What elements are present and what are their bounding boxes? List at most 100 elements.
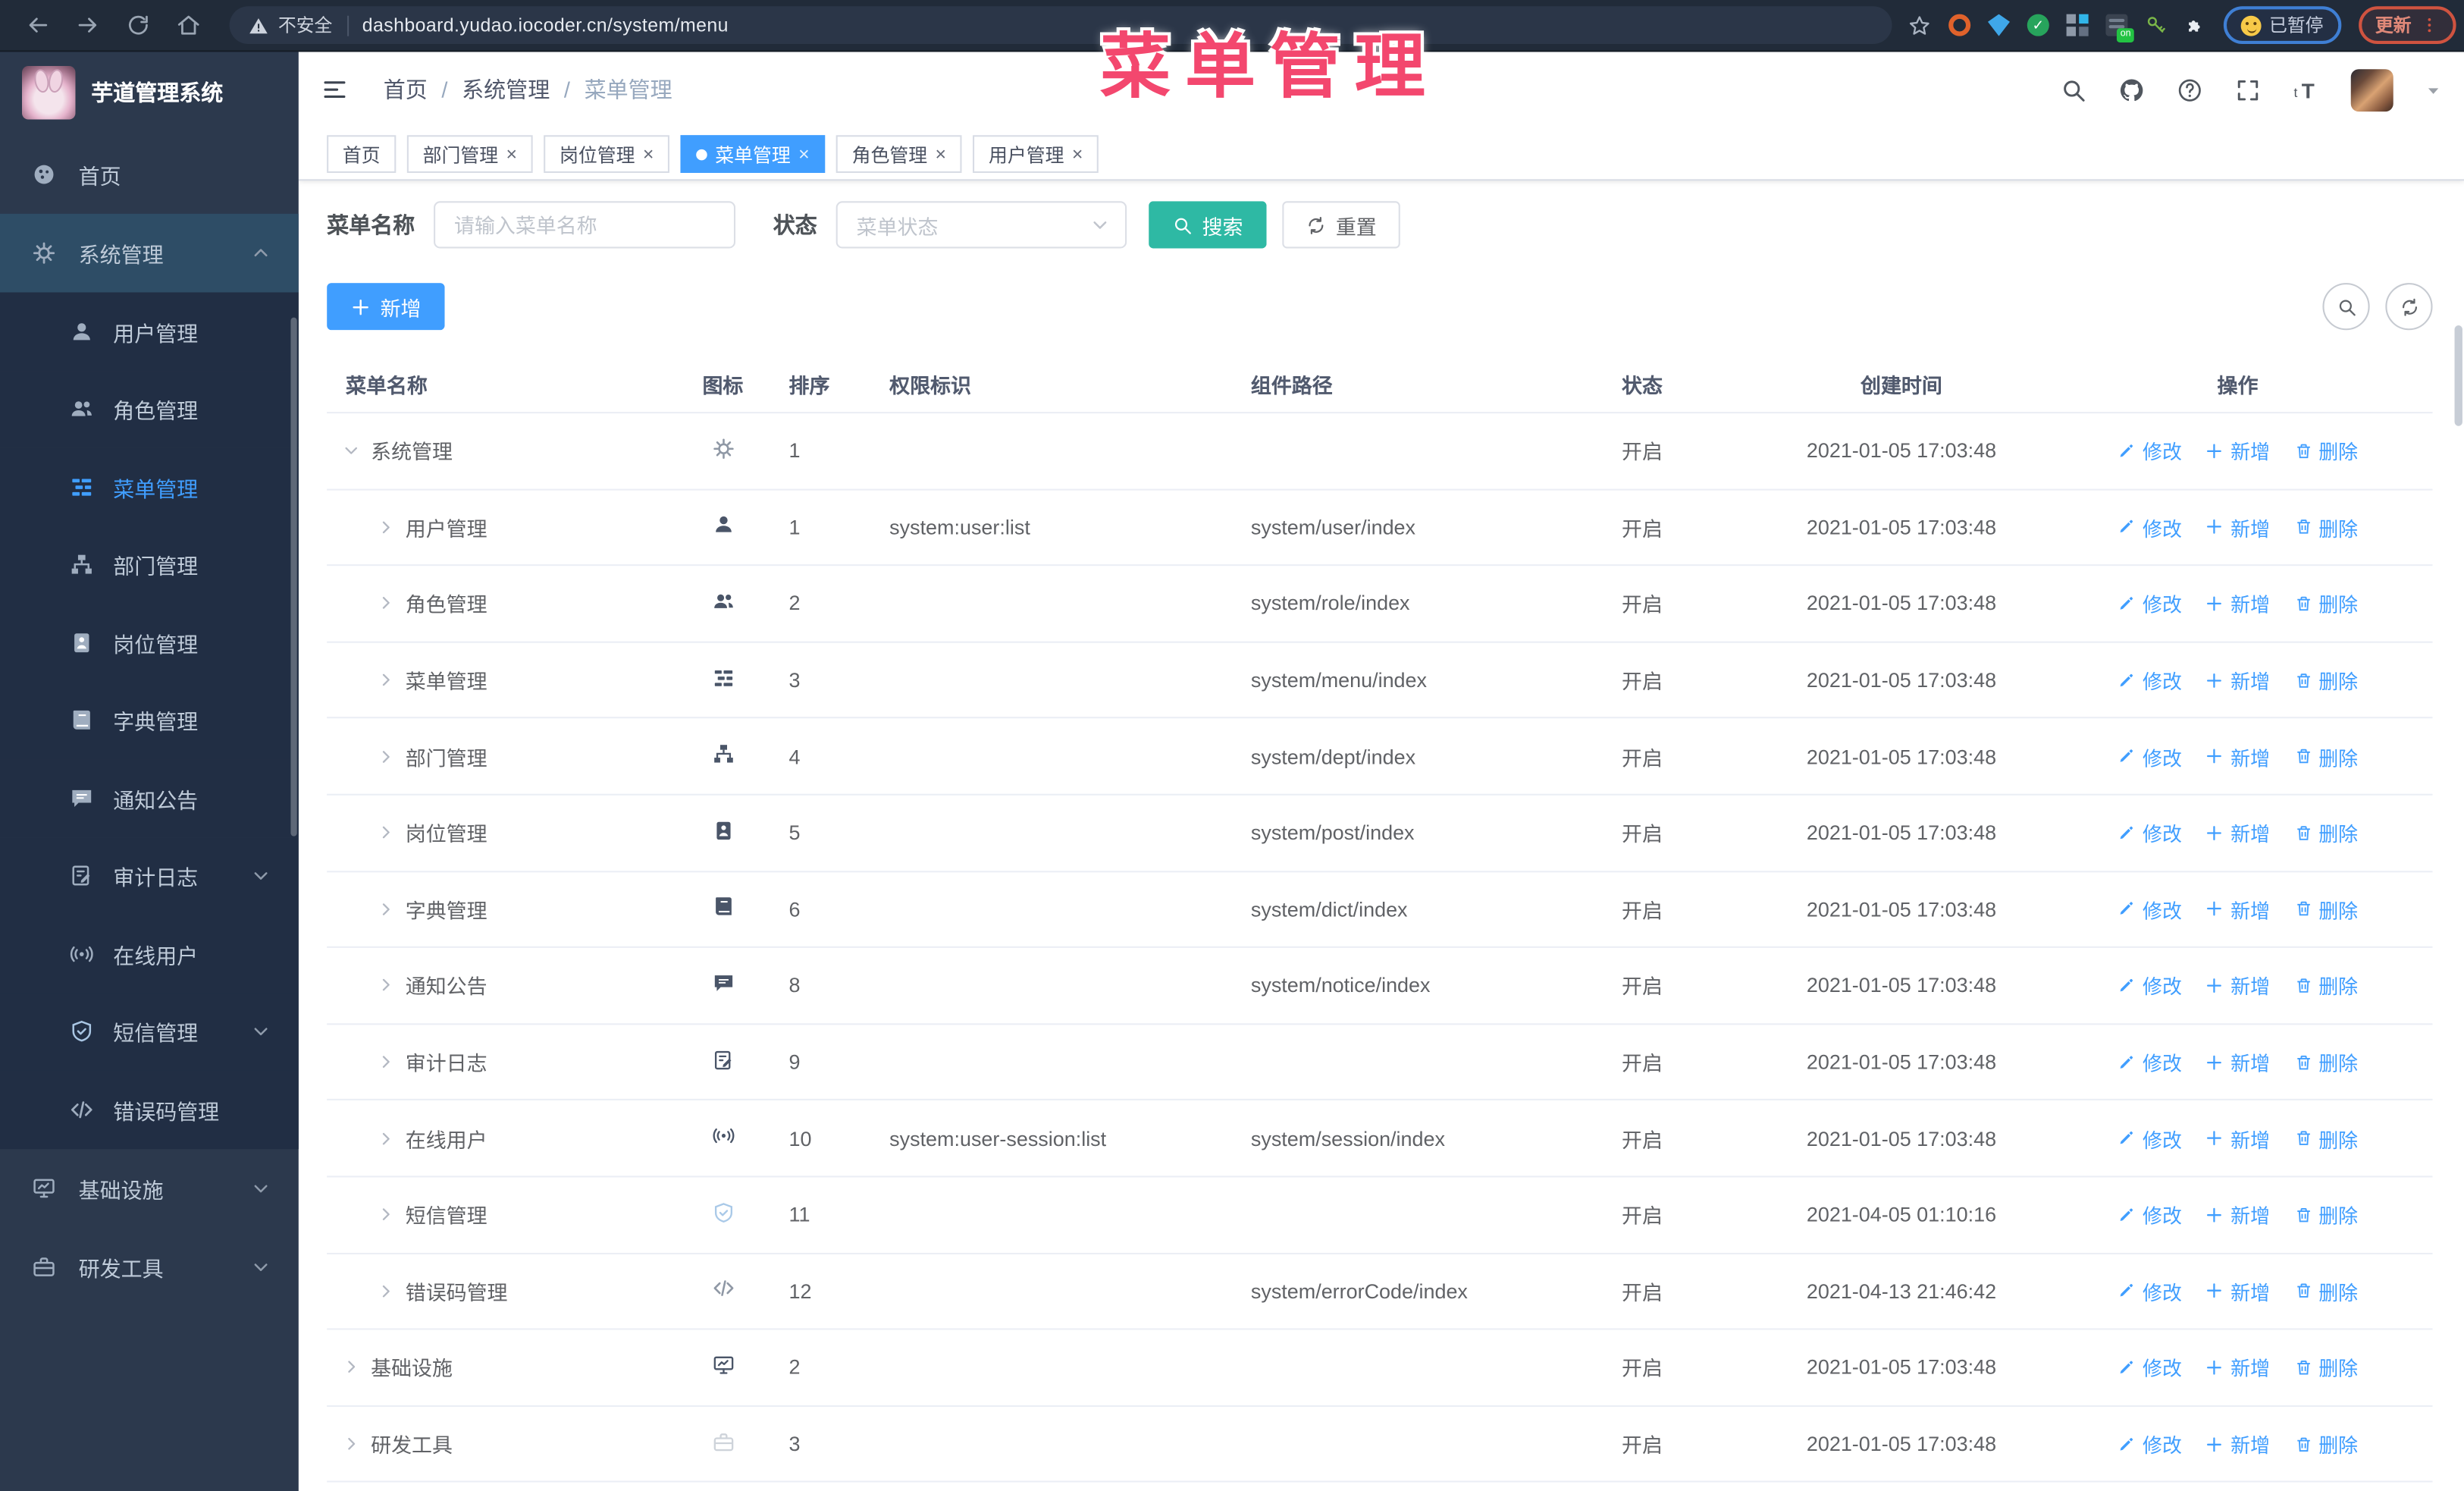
delete-link[interactable]: 删除 [2293, 971, 2358, 1000]
status-select[interactable]: 菜单状态 [835, 201, 1127, 249]
edit-link[interactable]: 修改 [2118, 1047, 2182, 1077]
menu-name-cell[interactable]: 在线用户 [327, 1123, 676, 1153]
add-link[interactable]: 新增 [2205, 1276, 2270, 1306]
delete-link[interactable]: 删除 [2293, 589, 2358, 618]
add-link[interactable]: 新增 [2205, 1047, 2270, 1077]
edit-link[interactable]: 修改 [2118, 1352, 2182, 1382]
edit-link[interactable]: 修改 [2118, 436, 2182, 466]
extension-orange-ring-icon[interactable] [1948, 14, 1971, 36]
add-link[interactable]: 新增 [2205, 971, 2270, 1000]
add-link[interactable]: 新增 [2205, 512, 2270, 541]
close-icon[interactable]: × [506, 145, 517, 164]
extensions-puzzle-icon[interactable] [2184, 14, 2206, 36]
extension-blue-gem-icon[interactable] [1987, 14, 2010, 36]
delete-link[interactable]: 删除 [2293, 665, 2358, 695]
edit-link[interactable]: 修改 [2118, 971, 2182, 1000]
search-button[interactable]: 搜索 [1149, 201, 1267, 249]
delete-link[interactable]: 删除 [2293, 1276, 2358, 1306]
edit-link[interactable]: 修改 [2118, 1276, 2182, 1306]
delete-link[interactable]: 删除 [2293, 1429, 2358, 1458]
add-link[interactable]: 新增 [2205, 742, 2270, 771]
menu-name-cell[interactable]: 系统管理 [327, 436, 676, 466]
bookmark-star-icon[interactable] [1908, 14, 1931, 37]
sidebar-item-角色管理[interactable]: 角色管理 [0, 370, 299, 448]
delete-link[interactable]: 删除 [2293, 818, 2358, 847]
tab-部门管理[interactable]: 部门管理 × [406, 135, 533, 173]
add-link[interactable]: 新增 [2205, 1123, 2270, 1153]
sidebar-item-审计日志[interactable]: 审计日志 [0, 837, 299, 915]
close-icon[interactable]: × [643, 145, 654, 164]
tab-首页[interactable]: 首页 [327, 135, 397, 173]
avatar[interactable] [2350, 68, 2393, 111]
menu-name-cell[interactable]: 字典管理 [327, 894, 676, 924]
close-icon[interactable]: × [936, 145, 947, 164]
edit-link[interactable]: 修改 [2118, 589, 2182, 618]
app-logo[interactable]: 芋道管理系统 [0, 50, 299, 135]
tab-用户管理[interactable]: 用户管理 × [973, 135, 1099, 173]
close-icon[interactable]: × [1072, 145, 1083, 164]
delete-link[interactable]: 删除 [2293, 894, 2358, 924]
menu-name-cell[interactable]: 部门管理 [327, 742, 676, 771]
sidebar-item-错误码管理[interactable]: 错误码管理 [0, 1070, 299, 1149]
edit-link[interactable]: 修改 [2118, 894, 2182, 924]
edit-link[interactable]: 修改 [2118, 512, 2182, 541]
menu-name-cell[interactable]: 岗位管理 [327, 818, 676, 847]
add-link[interactable]: 新增 [2205, 1429, 2270, 1458]
edit-link[interactable]: 修改 [2118, 742, 2182, 771]
paused-badge[interactable]: 已暂停 [2223, 6, 2341, 45]
add-link[interactable]: 新增 [2205, 1352, 2270, 1382]
reload-icon[interactable] [126, 13, 151, 38]
fullscreen-icon[interactable] [2234, 77, 2261, 103]
sidebar-item-通知公告[interactable]: 通知公告 [0, 759, 299, 837]
add-link[interactable]: 新增 [2205, 818, 2270, 847]
font-size-icon[interactable]: tT [2293, 77, 2319, 103]
menu-name-cell[interactable]: 用户管理 [327, 512, 676, 541]
add-button[interactable]: 新增 [327, 283, 445, 331]
sidebar-item-研发工具[interactable]: 研发工具 [0, 1227, 299, 1306]
sidebar-item-岗位管理[interactable]: 岗位管理 [0, 603, 299, 682]
toggle-search-button[interactable] [2322, 283, 2370, 331]
delete-link[interactable]: 删除 [2293, 1123, 2358, 1153]
back-icon[interactable] [25, 13, 50, 38]
menu-name-cell[interactable]: 短信管理 [327, 1200, 676, 1229]
sidebar-item-系统管理[interactable]: 系统管理 [0, 213, 299, 293]
help-icon[interactable] [2177, 77, 2203, 103]
edit-link[interactable]: 修改 [2118, 1123, 2182, 1153]
delete-link[interactable]: 删除 [2293, 1352, 2358, 1382]
edit-link[interactable]: 修改 [2118, 818, 2182, 847]
sidebar-item-部门管理[interactable]: 部门管理 [0, 526, 299, 604]
sidebar-item-在线用户[interactable]: 在线用户 [0, 915, 299, 993]
tab-角色管理[interactable]: 角色管理 × [835, 135, 962, 173]
avatar-caret-down-icon[interactable] [2425, 81, 2442, 99]
menu-name-cell[interactable]: 基础设施 [327, 1352, 676, 1382]
sidebar-item-短信管理[interactable]: 短信管理 [0, 992, 299, 1071]
github-icon[interactable] [2118, 77, 2145, 103]
edit-link[interactable]: 修改 [2118, 1200, 2182, 1229]
extension-proxy-icon[interactable]: on [2105, 14, 2134, 42]
page-scrollbar-thumb[interactable] [2454, 325, 2462, 426]
home-icon[interactable] [176, 13, 201, 38]
forward-icon[interactable] [75, 13, 100, 38]
add-link[interactable]: 新增 [2205, 436, 2270, 466]
delete-link[interactable]: 删除 [2293, 1200, 2358, 1229]
refresh-table-button[interactable] [2385, 283, 2433, 331]
delete-link[interactable]: 删除 [2293, 1047, 2358, 1077]
sidebar-scrollbar[interactable] [290, 317, 297, 837]
edit-link[interactable]: 修改 [2118, 1429, 2182, 1458]
close-icon[interactable]: × [798, 145, 810, 164]
delete-link[interactable]: 删除 [2293, 436, 2358, 466]
breadcrumb-item[interactable]: 系统管理 [462, 74, 550, 105]
menu-name-cell[interactable]: 错误码管理 [327, 1276, 676, 1306]
sidebar-item-用户管理[interactable]: 用户管理 [0, 292, 299, 371]
menu-name-cell[interactable]: 通知公告 [327, 971, 676, 1000]
menu-name-cell[interactable]: 审计日志 [327, 1047, 676, 1077]
menu-name-input[interactable] [434, 201, 736, 249]
sidebar-item-字典管理[interactable]: 字典管理 [0, 681, 299, 760]
delete-link[interactable]: 删除 [2293, 742, 2358, 771]
menu-name-cell[interactable]: 研发工具 [327, 1429, 676, 1458]
extension-green-check-icon[interactable]: ✓ [2027, 14, 2049, 36]
breadcrumb-item[interactable]: 首页 [384, 74, 428, 105]
reset-button[interactable]: 重置 [1282, 201, 1400, 249]
sidebar-item-基础设施[interactable]: 基础设施 [0, 1148, 299, 1227]
address-bar[interactable]: 不安全 dashboard.yudao.iocoder.cn/system/me… [229, 6, 1892, 45]
